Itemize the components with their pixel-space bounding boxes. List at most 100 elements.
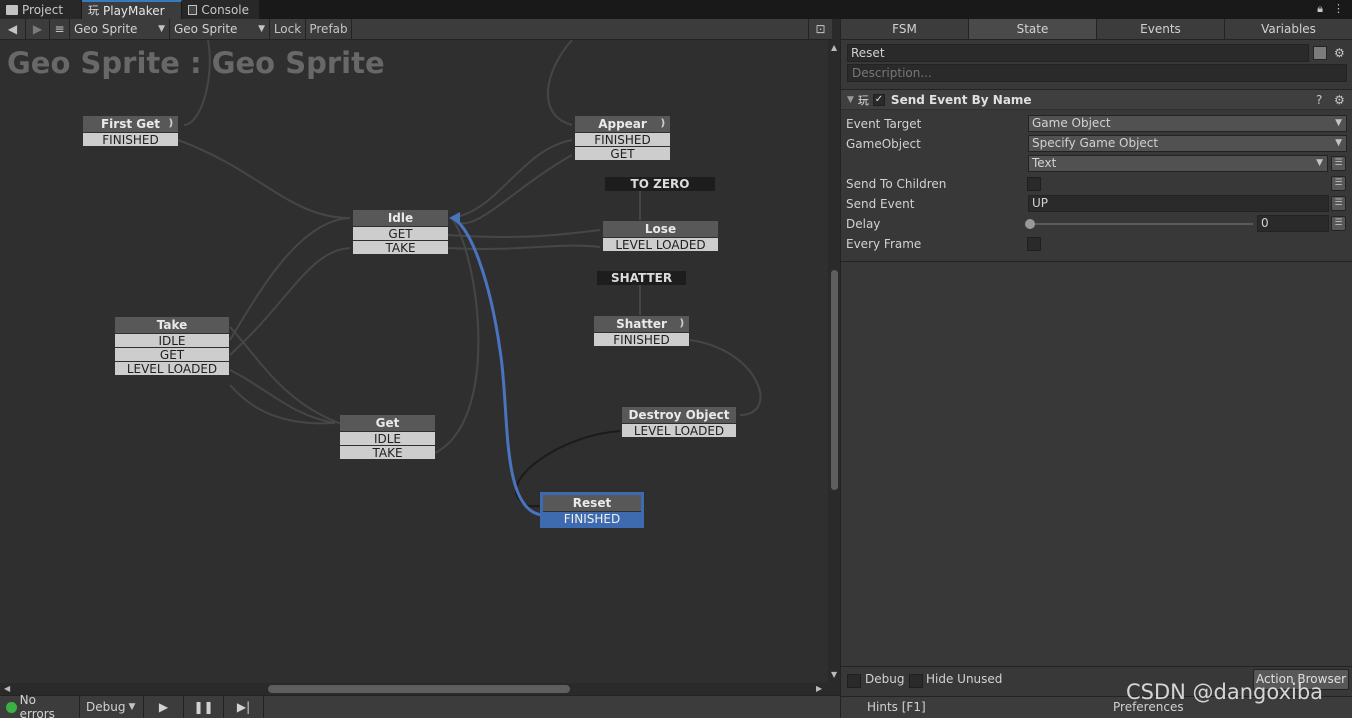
state-event[interactable]: GET	[115, 347, 229, 362]
tab-variables[interactable]: Variables	[1225, 19, 1352, 39]
variable-toggle-button[interactable]: ☰	[1331, 216, 1346, 231]
transition-wire	[229, 217, 351, 341]
state-name-field[interactable]: Reset	[847, 44, 1309, 62]
state-title: Take	[115, 317, 229, 333]
event-target-dropdown[interactable]: Game Object ▼	[1028, 115, 1347, 132]
hints-button[interactable]: Hints [F1]	[867, 700, 926, 714]
hide-unused-checkbox[interactable]	[909, 674, 923, 688]
fsm-dropdown[interactable]: Geo Sprite ▼	[170, 19, 270, 39]
lock-button[interactable]: Lock	[270, 19, 306, 39]
forward-button[interactable]: ▶	[26, 19, 50, 39]
debug-dropdown[interactable]: Debug ▼	[80, 696, 144, 718]
global-transition-to-zero[interactable]: TO ZERO	[605, 177, 715, 191]
state-event[interactable]: LEVEL LOADED	[622, 423, 736, 438]
state-event[interactable]: FINISHED	[83, 132, 178, 147]
delay-field[interactable]: 0	[1257, 215, 1329, 232]
variable-toggle-button[interactable]: ☰	[1331, 196, 1346, 211]
state-take[interactable]: Take IDLE GET LEVEL LOADED	[115, 317, 229, 376]
state-event[interactable]: LEVEL LOADED	[115, 361, 229, 376]
gameobject-dropdown[interactable]: Geo Sprite ▼	[70, 19, 170, 39]
send-event-field[interactable]: UP	[1028, 195, 1329, 212]
send-to-children-checkbox[interactable]	[1027, 177, 1041, 191]
state-event[interactable]: FINISHED	[543, 511, 641, 526]
horizontal-scrollbar[interactable]: ◀ ▶	[0, 683, 828, 695]
window-controls: 🔒︎ ⋮	[1317, 2, 1344, 16]
state-event[interactable]: IDLE	[340, 431, 435, 446]
state-appear[interactable]: Appear ❫ FINISHED GET	[575, 116, 670, 161]
description-field[interactable]: Description...	[847, 64, 1347, 82]
help-icon[interactable]: ?	[1316, 93, 1322, 107]
variable-toggle-button[interactable]: ☰	[1331, 176, 1346, 191]
state-idle[interactable]: Idle GET TAKE	[353, 210, 448, 255]
vertical-scrollbar[interactable]: ▲ ▼	[828, 40, 840, 683]
graph-view-icon[interactable]: ⊡	[808, 19, 832, 39]
fsm-inspector: FSM State Events Variables Reset ⚙ Descr…	[840, 19, 1352, 718]
event-target-label: Event Target	[846, 117, 922, 131]
action-header[interactable]: ▼ 玩 ✓ Send Event By Name ? ⚙	[841, 89, 1352, 110]
gear-icon[interactable]: ⚙	[1334, 93, 1345, 107]
pause-button[interactable]: ❚❚	[184, 696, 224, 718]
tab-state[interactable]: State	[969, 19, 1097, 39]
fsm-graph-canvas[interactable]: Geo Sprite : Geo Sprite TO ZERO SHATTER	[0, 40, 828, 683]
step-button[interactable]: ▶|	[224, 696, 264, 718]
error-status[interactable]: No errors	[0, 693, 80, 718]
scroll-left-icon[interactable]: ◀	[4, 684, 10, 693]
scroll-thumb[interactable]	[268, 685, 570, 693]
variable-toggle-button[interactable]: ☰	[1331, 156, 1346, 171]
chevron-down-icon: ▼	[1335, 118, 1342, 128]
state-event[interactable]: TAKE	[340, 445, 435, 460]
state-lose[interactable]: Lose LEVEL LOADED	[603, 221, 718, 252]
state-event[interactable]: GET	[575, 146, 670, 161]
state-title: Lose	[603, 221, 718, 237]
state-title: Reset	[543, 495, 641, 511]
state-event[interactable]: GET	[353, 226, 448, 241]
state-color-swatch[interactable]	[1313, 46, 1327, 60]
lock-icon[interactable]: 🔒︎	[1317, 2, 1323, 16]
tab-project[interactable]: Project	[0, 0, 82, 19]
send-event-label: Send Event	[846, 197, 915, 211]
tab-fsm[interactable]: FSM	[841, 19, 969, 39]
more-options-icon[interactable]: ⋮	[1333, 2, 1344, 16]
state-event[interactable]: LEVEL LOADED	[603, 237, 718, 252]
scroll-thumb[interactable]	[831, 270, 838, 490]
window-tab-bar: Project 玩 PlayMaker Console 🔒︎ ⋮	[0, 0, 1352, 19]
delay-slider-track[interactable]	[1029, 223, 1253, 225]
action-enabled-checkbox[interactable]: ✓	[872, 93, 885, 106]
fold-arrow-icon[interactable]: ▼	[847, 95, 854, 105]
state-event[interactable]: FINISHED	[594, 332, 689, 347]
state-title: First Get ❫	[83, 116, 178, 132]
transition-wire	[183, 40, 211, 126]
scroll-right-icon[interactable]: ▶	[816, 684, 822, 693]
gameobject-target-dropdown[interactable]: Text ▼	[1028, 155, 1328, 172]
gameobject-mode-dropdown[interactable]: Specify Game Object ▼	[1028, 135, 1347, 152]
delay-slider-knob[interactable]	[1025, 219, 1035, 229]
gear-icon[interactable]: ⚙	[1334, 46, 1345, 60]
back-button[interactable]: ◀	[0, 19, 26, 39]
start-flag-icon: ❫	[166, 118, 175, 129]
state-event[interactable]: TAKE	[353, 240, 448, 255]
tab-events[interactable]: Events	[1097, 19, 1225, 39]
state-get[interactable]: Get IDLE TAKE	[340, 415, 435, 460]
every-frame-checkbox[interactable]	[1027, 237, 1041, 251]
play-button[interactable]: ▶	[144, 696, 184, 718]
state-event[interactable]: FINISHED	[575, 132, 670, 147]
menu-button[interactable]: ≡	[50, 19, 70, 39]
global-transition-shatter[interactable]: SHATTER	[597, 271, 686, 285]
prefab-button[interactable]: Prefab	[306, 19, 352, 39]
tab-console[interactable]: Console	[182, 0, 260, 19]
tab-playmaker[interactable]: 玩 PlayMaker	[82, 0, 182, 19]
state-destroy-object[interactable]: Destroy Object LEVEL LOADED	[622, 407, 736, 438]
scroll-up-icon[interactable]: ▲	[831, 43, 837, 52]
every-frame-label: Every Frame	[846, 237, 922, 251]
state-shatter[interactable]: Shatter ❫ FINISHED	[594, 316, 689, 347]
playmaker-status-bar: No errors Debug ▼ ▶ ❚❚ ▶|	[0, 693, 840, 718]
chevron-down-icon: ▼	[158, 24, 165, 34]
scroll-down-icon[interactable]: ▼	[831, 670, 837, 679]
state-reset[interactable]: Reset FINISHED	[540, 492, 644, 528]
tab-playmaker-label: PlayMaker	[103, 3, 165, 18]
play-icon: ▶	[158, 700, 169, 714]
debug-checkbox[interactable]	[847, 674, 861, 688]
transition-wire	[229, 384, 336, 425]
state-first-get[interactable]: First Get ❫ FINISHED	[83, 116, 178, 147]
state-event[interactable]: IDLE	[115, 333, 229, 348]
